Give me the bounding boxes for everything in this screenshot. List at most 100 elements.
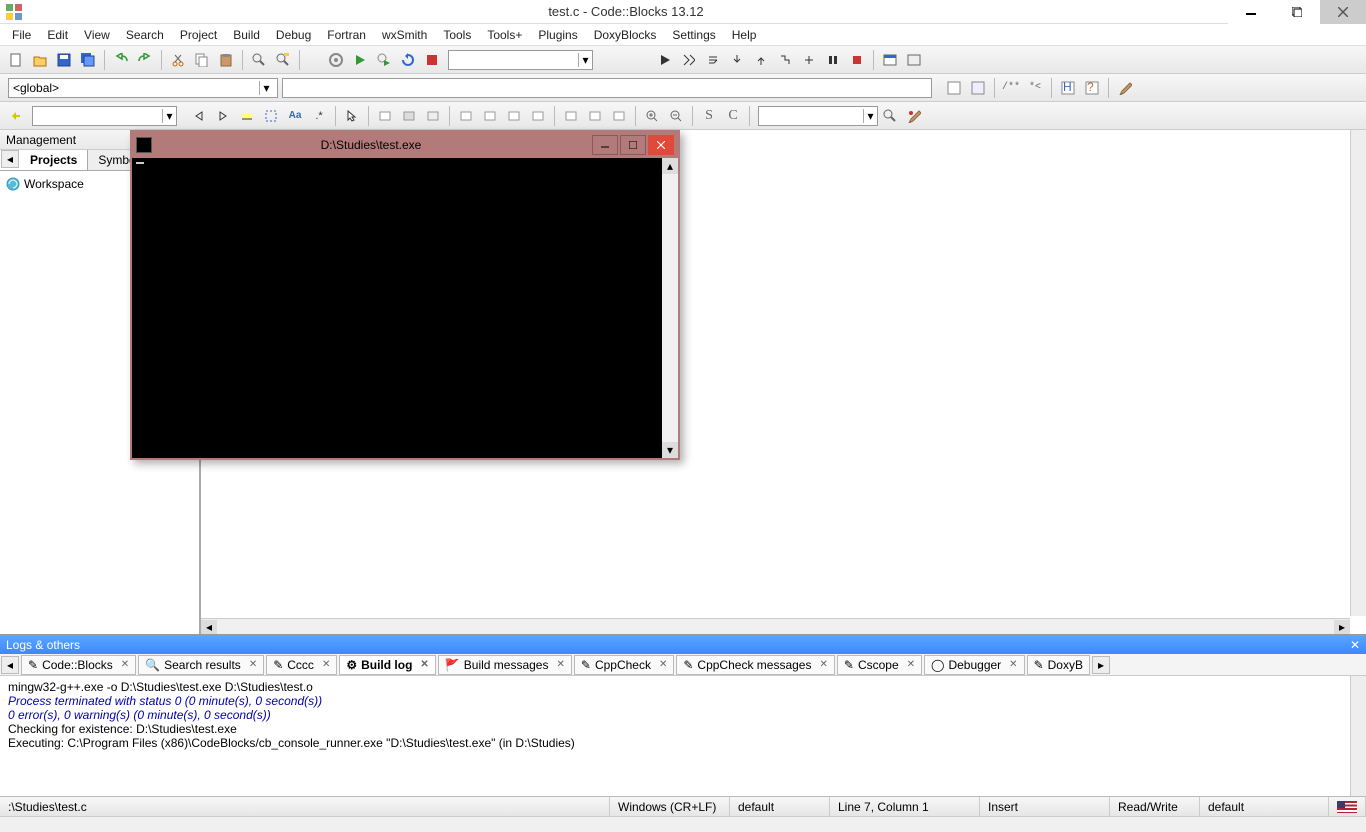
sidebar-tab-left-arrow[interactable]: ◂ xyxy=(1,150,19,168)
log-tab-cccc[interactable]: ✎Cccc✕ xyxy=(266,655,337,675)
nav-jump-button[interactable] xyxy=(5,105,27,127)
next-instruction-button[interactable] xyxy=(774,49,796,71)
block-button-5[interactable] xyxy=(479,105,501,127)
options-button[interactable] xyxy=(903,105,925,127)
editor-hscroll[interactable]: ◂ ▸ xyxy=(201,618,1350,634)
nav-fwd-button[interactable] xyxy=(212,105,234,127)
logs-vscroll[interactable] xyxy=(1350,676,1366,796)
maximize-button[interactable] xyxy=(1274,0,1320,24)
symbol-combo[interactable] xyxy=(282,78,932,98)
zoom-in-button[interactable] xyxy=(641,105,663,127)
search-go-button[interactable] xyxy=(879,105,901,127)
menu-project[interactable]: Project xyxy=(172,26,225,44)
menu-help[interactable]: Help xyxy=(724,26,765,44)
find-button[interactable] xyxy=(248,49,270,71)
rebuild-button[interactable] xyxy=(397,49,419,71)
debug-continue-button[interactable] xyxy=(654,49,676,71)
zoom-out-button[interactable] xyxy=(665,105,687,127)
menu-tools-plus[interactable]: Tools+ xyxy=(479,26,530,44)
highlight-button[interactable] xyxy=(236,105,258,127)
step-into-instruction-button[interactable] xyxy=(798,49,820,71)
doxy-button-2[interactable] xyxy=(967,77,989,99)
editor-vscroll[interactable] xyxy=(1350,130,1366,616)
console-body[interactable]: ▴ ▾ xyxy=(132,158,678,458)
log-tab-doxy[interactable]: ✎DoxyB xyxy=(1027,655,1090,675)
menu-edit[interactable]: Edit xyxy=(39,26,76,44)
hscroll-right-button[interactable]: ▸ xyxy=(1334,620,1350,634)
log-tab-cscope[interactable]: ✎Cscope✕ xyxy=(837,655,922,675)
menu-search[interactable]: Search xyxy=(118,26,172,44)
stop-debugger-button[interactable] xyxy=(846,49,868,71)
new-file-button[interactable] xyxy=(5,49,27,71)
console-minimize-button[interactable] xyxy=(592,135,618,155)
save-all-button[interactable] xyxy=(77,49,99,71)
paste-button[interactable] xyxy=(215,49,237,71)
close-button[interactable] xyxy=(1320,0,1366,24)
logs-content[interactable]: mingw32-g++.exe -o D:\Studies\test.exe D… xyxy=(0,676,1366,796)
block-button-2[interactable] xyxy=(398,105,420,127)
scroll-down-button[interactable]: ▾ xyxy=(662,442,678,458)
run-button[interactable] xyxy=(349,49,371,71)
block-button-9[interactable] xyxy=(584,105,606,127)
block-button-3[interactable] xyxy=(422,105,444,127)
close-icon[interactable]: ✕ xyxy=(121,659,129,670)
redo-button[interactable] xyxy=(134,49,156,71)
step-out-button[interactable] xyxy=(750,49,772,71)
scroll-up-button[interactable]: ▴ xyxy=(662,158,678,174)
various-info-button[interactable] xyxy=(903,49,925,71)
sidebar-tab-projects[interactable]: Projects xyxy=(20,150,88,170)
build-and-run-button[interactable] xyxy=(373,49,395,71)
logs-nav-right[interactable]: ▸ xyxy=(1092,656,1110,674)
logs-close-icon[interactable]: ✕ xyxy=(1350,638,1360,652)
close-icon[interactable]: ✕ xyxy=(249,659,257,670)
cut-button[interactable] xyxy=(167,49,189,71)
console-vscroll[interactable]: ▴ ▾ xyxy=(662,158,678,458)
abort-button[interactable] xyxy=(421,49,443,71)
menu-doxyblocks[interactable]: DoxyBlocks xyxy=(586,26,665,44)
close-icon[interactable]: ✕ xyxy=(420,659,428,670)
menu-file[interactable]: File xyxy=(4,26,39,44)
block-button-10[interactable] xyxy=(608,105,630,127)
replace-button[interactable] xyxy=(272,49,294,71)
log-tab-cppcheck[interactable]: ✎CppCheck✕ xyxy=(574,655,674,675)
menu-debug[interactable]: Debug xyxy=(268,26,319,44)
text-c-button[interactable]: C xyxy=(722,105,744,127)
search-combo[interactable]: ▾ xyxy=(758,106,878,126)
match-case-button[interactable]: Aa xyxy=(284,105,306,127)
undo-button[interactable] xyxy=(110,49,132,71)
text-s-button[interactable]: S xyxy=(698,105,720,127)
console-maximize-button[interactable] xyxy=(620,135,646,155)
build-button[interactable] xyxy=(325,49,347,71)
debugging-windows-button[interactable] xyxy=(879,49,901,71)
next-line-button[interactable] xyxy=(702,49,724,71)
menu-view[interactable]: View xyxy=(76,26,118,44)
close-icon[interactable]: ✕ xyxy=(1009,659,1017,670)
doxy-button-1[interactable] xyxy=(943,77,965,99)
menu-plugins[interactable]: Plugins xyxy=(530,26,585,44)
doxy-comment-button-2[interactable]: *< xyxy=(1024,77,1046,99)
run-to-cursor-button[interactable] xyxy=(678,49,700,71)
copy-button[interactable] xyxy=(191,49,213,71)
doxy-config-button[interactable] xyxy=(1114,77,1136,99)
select-button[interactable] xyxy=(260,105,282,127)
close-icon[interactable]: ✕ xyxy=(322,659,330,670)
build-target-combo[interactable]: ▾ xyxy=(448,50,593,70)
block-button-7[interactable] xyxy=(527,105,549,127)
doxy-html-button[interactable]: H xyxy=(1057,77,1079,99)
menu-fortran[interactable]: Fortran xyxy=(319,26,374,44)
nav-combo[interactable]: ▾ xyxy=(32,106,177,126)
close-icon[interactable]: ✕ xyxy=(819,659,827,670)
scope-combo[interactable]: <global>▾ xyxy=(8,78,278,98)
open-file-button[interactable] xyxy=(29,49,51,71)
block-button-4[interactable] xyxy=(455,105,477,127)
minimize-button[interactable] xyxy=(1228,0,1274,24)
hscroll-left-button[interactable]: ◂ xyxy=(201,620,217,634)
menu-build[interactable]: Build xyxy=(225,26,268,44)
doxy-comment-button[interactable]: /** xyxy=(1000,77,1022,99)
log-tab-debugger[interactable]: ◯Debugger✕ xyxy=(924,655,1025,675)
break-button[interactable] xyxy=(822,49,844,71)
log-tab-buildlog[interactable]: ⚙Build log✕ xyxy=(339,655,435,675)
logs-nav-left[interactable]: ◂ xyxy=(1,656,19,674)
log-tab-cppcheckmsg[interactable]: ✎CppCheck messages✕ xyxy=(676,655,835,675)
console-close-button[interactable] xyxy=(648,135,674,155)
